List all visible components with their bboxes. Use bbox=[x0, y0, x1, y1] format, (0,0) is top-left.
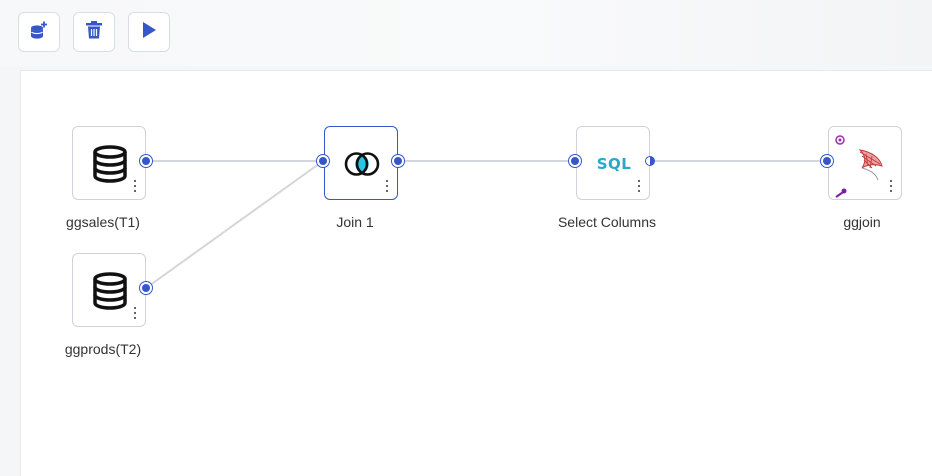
node-ggsales[interactable] bbox=[72, 126, 146, 200]
flow-canvas[interactable] bbox=[20, 70, 932, 476]
run-button[interactable] bbox=[128, 12, 170, 52]
node-menu-icon[interactable] bbox=[133, 307, 137, 319]
node-ggjoin-label: ggjoin bbox=[843, 214, 881, 230]
node-ggprods[interactable] bbox=[72, 253, 146, 327]
node-ggprods-label: ggprods(T2) bbox=[64, 341, 142, 357]
node-join1[interactable] bbox=[324, 126, 398, 200]
play-icon bbox=[140, 21, 158, 44]
node-ggsales-output-port[interactable] bbox=[140, 155, 152, 167]
node-select-columns-label: Select Columns bbox=[557, 214, 657, 230]
trash-icon bbox=[85, 20, 103, 45]
schedule-icon bbox=[835, 132, 845, 150]
node-join1-output-port[interactable] bbox=[392, 155, 404, 167]
sql-icon-text: SQL bbox=[596, 155, 632, 173]
node-select-columns[interactable]: SQL bbox=[576, 126, 650, 200]
node-menu-icon[interactable] bbox=[889, 180, 893, 192]
node-select-columns-output-port[interactable] bbox=[645, 156, 655, 166]
node-ggprods-output-port[interactable] bbox=[140, 282, 152, 294]
toolbar bbox=[0, 0, 932, 66]
node-ggjoin-input-port[interactable] bbox=[821, 155, 833, 167]
node-menu-icon[interactable] bbox=[385, 180, 389, 192]
delete-button[interactable] bbox=[73, 12, 115, 52]
node-menu-icon[interactable] bbox=[637, 180, 641, 192]
node-join1-input-port[interactable] bbox=[317, 155, 329, 167]
node-join1-label: Join 1 bbox=[336, 214, 374, 230]
node-ggsales-label: ggsales(T1) bbox=[66, 214, 140, 230]
node-select-columns-input-port[interactable] bbox=[569, 155, 581, 167]
add-datasource-icon bbox=[29, 20, 49, 45]
add-datasource-button[interactable] bbox=[18, 12, 60, 52]
key-icon bbox=[835, 185, 847, 203]
node-menu-icon[interactable] bbox=[133, 180, 137, 192]
node-ggjoin[interactable] bbox=[828, 126, 902, 200]
